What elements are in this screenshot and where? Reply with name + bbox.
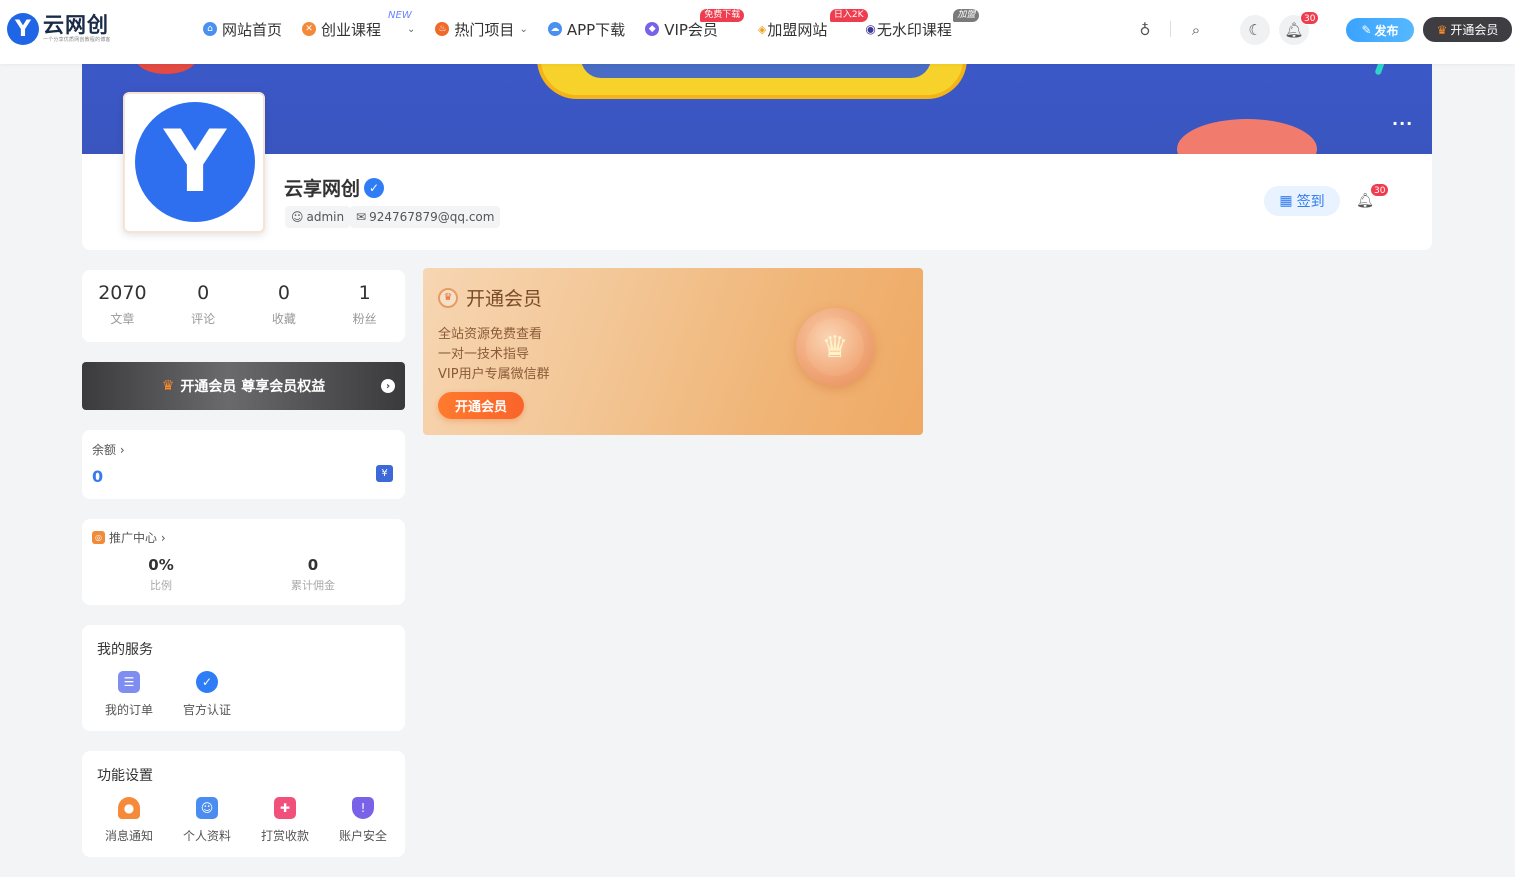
crown-icon: ♛ xyxy=(161,378,175,394)
promo-commission: 0 累计佣金 xyxy=(291,556,335,592)
vip-benefit: 一对一技术指导 xyxy=(438,347,530,362)
nav-franchise[interactable]: ◈ 加盟网站 日入2K xyxy=(757,9,868,40)
calendar-icon: ▦ xyxy=(1279,193,1293,209)
nav-app-download[interactable]: ☁ APP下载 xyxy=(547,18,625,40)
chevron-down-icon: ⌄ xyxy=(519,23,528,35)
vip-benefits-banner[interactable]: ♛ 开通会员 尊享会员权益 › xyxy=(82,362,405,410)
publish-button[interactable]: ✎ 发布 xyxy=(1346,18,1414,42)
nav-vip[interactable]: ◆ VIP会员 免费下载 xyxy=(645,9,745,40)
vip-benefit: VIP用户专属微信群 xyxy=(438,367,550,382)
franchise-badge: 加盟 xyxy=(953,9,980,22)
verified-icon: ✓ xyxy=(364,177,385,198)
pencil-icon: ✎ xyxy=(1361,23,1372,37)
balance-value: 0 xyxy=(92,467,104,486)
function-settings-card: 功能设置 ● 消息通知 ☺ 个人资料 ✚ 打赏收款 ! 账户安全 xyxy=(82,751,405,857)
new-badge: NEW xyxy=(388,10,412,21)
promotion-icon: ◎ xyxy=(92,531,105,544)
main-nav: ⌂ 网站首页 ✕ 创业课程 NEW ⌄ ♨ 热门项目 ⌄ ☁ APP下载 ◆ V… xyxy=(203,9,980,40)
medal-icon[interactable]: ♁ xyxy=(1131,16,1159,44)
username-tag: ☺ admin xyxy=(285,206,351,228)
stat-followers[interactable]: 1 粉丝 xyxy=(324,270,405,342)
crown-icon: ♛ xyxy=(1436,22,1448,37)
avatar-logo: Y xyxy=(135,102,255,222)
mail-icon: ✉ xyxy=(356,210,367,224)
sign-in-button[interactable]: ▦ 签到 xyxy=(1264,186,1340,216)
header-vip-button[interactable]: ♛ 开通会员 xyxy=(1423,17,1512,42)
vip-promo-title: ♛ 开通会员 xyxy=(438,284,542,311)
verified-icon: ✓ xyxy=(196,671,218,693)
stat-comments[interactable]: 0 评论 xyxy=(163,270,244,342)
fire-icon: ♨ xyxy=(435,22,450,36)
wallet-icon: ¥ xyxy=(376,465,393,482)
profile-name: 云享网创 ✓ xyxy=(284,174,385,201)
nav-hot-projects[interactable]: ♨ 热门项目 ⌄ xyxy=(435,18,528,40)
site-tagline: 一个分享优质网创教程的博客 xyxy=(43,37,111,43)
setting-profile[interactable]: ☺ 个人资料 xyxy=(168,797,246,844)
chevron-down-icon: ⌄ xyxy=(407,23,416,35)
daily-income-badge: 日入2K xyxy=(829,9,868,22)
site-name: 云网创 xyxy=(43,13,109,37)
nav-home[interactable]: ⌂ 网站首页 xyxy=(203,18,282,40)
vip-open-button[interactable]: 开通会员 xyxy=(438,392,524,419)
cloud-icon: ☁ xyxy=(547,22,562,36)
section-title: 我的服务 xyxy=(97,642,153,658)
more-options-icon[interactable]: ··· xyxy=(1392,114,1413,133)
setting-tips[interactable]: ✚ 打赏收款 xyxy=(246,797,324,844)
my-services-card: 我的服务 ☰ 我的订单 ✓ 官方认证 xyxy=(82,625,405,731)
gem-icon: ◈ xyxy=(757,22,767,36)
vip-promo-card: ♛ 开通会员 全站资源免费查看 一对一技术指导 VIP用户专属微信群 开通会员 … xyxy=(423,268,923,435)
avatar[interactable]: Y xyxy=(123,92,265,233)
nav-no-watermark[interactable]: ◉ 无水印课程 加盟 xyxy=(865,9,980,40)
profile-icon: ☺ xyxy=(196,797,218,819)
search-icon[interactable]: ⌕ xyxy=(1182,16,1210,44)
diamond-icon: ◆ xyxy=(645,22,660,36)
balance-card[interactable]: 余额 › 0 ¥ xyxy=(82,430,405,499)
email-tag: ✉ 924767879@qq.com xyxy=(350,206,501,228)
crown-medal-icon: ♛ xyxy=(796,308,874,386)
notification-count-badge: 30 xyxy=(1300,11,1320,25)
shield-icon: ! xyxy=(352,797,374,819)
home-icon: ⌂ xyxy=(203,22,217,36)
course-icon: ✕ xyxy=(302,22,317,36)
notification-count-badge: 30 xyxy=(1370,183,1390,197)
cover-image: ··· xyxy=(82,64,1432,154)
profile-card: ··· Y 云享网创 ✓ ☺ admin ✉ 924767879@qq.com … xyxy=(82,64,1432,250)
site-logo[interactable]: Y 云网创 一个分享优质网创教程的博客 xyxy=(7,13,111,45)
gift-icon: ✚ xyxy=(274,797,296,819)
section-title: 功能设置 xyxy=(97,768,153,784)
user-stats: 2070 文章 0 评论 0 收藏 1 粉丝 xyxy=(82,270,405,342)
setting-security[interactable]: ! 账户安全 xyxy=(324,797,402,844)
setting-notifications[interactable]: ● 消息通知 xyxy=(90,797,168,844)
service-verification[interactable]: ✓ 官方认证 xyxy=(168,671,246,718)
order-icon: ☰ xyxy=(118,671,140,693)
crown-icon: ♛ xyxy=(438,287,458,308)
service-my-orders[interactable]: ☰ 我的订单 xyxy=(90,671,168,718)
vip-benefit: 全站资源免费查看 xyxy=(438,327,543,342)
nav-courses[interactable]: ✕ 创业课程 NEW ⌄ xyxy=(302,10,416,40)
free-download-badge: 免费下载 xyxy=(700,9,745,22)
promotion-center-card: ◎ 推广中心 › 0% 比例 0 累计佣金 xyxy=(82,519,405,605)
stat-articles[interactable]: 2070 文章 xyxy=(82,270,163,342)
promo-ratio: 0% 比例 xyxy=(148,556,174,592)
stat-favorites[interactable]: 0 收藏 xyxy=(244,270,325,342)
logo-badge-icon: Y xyxy=(7,13,39,45)
chevron-right-icon: › xyxy=(381,379,395,393)
dark-mode-icon[interactable]: ☾ xyxy=(1240,15,1270,45)
globe-icon: ◉ xyxy=(865,22,876,36)
user-icon: ☺ xyxy=(291,210,304,224)
promotion-center-link[interactable]: ◎ 推广中心 › xyxy=(92,529,166,546)
top-header: Y 云网创 一个分享优质网创教程的博客 ⌂ 网站首页 ✕ 创业课程 NEW ⌄ … xyxy=(0,0,1515,64)
bell-icon: ● xyxy=(118,797,140,819)
